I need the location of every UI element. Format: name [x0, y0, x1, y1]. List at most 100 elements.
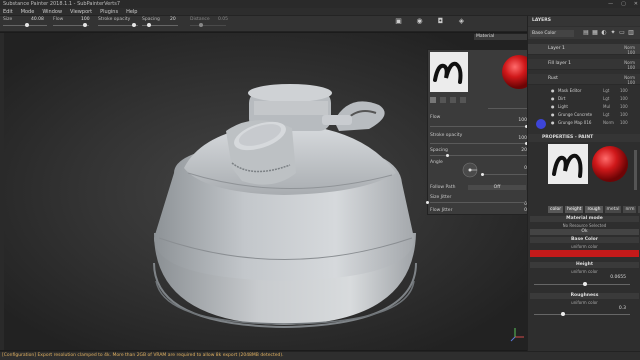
sub-layer-blend[interactable]: Norm: [603, 120, 614, 125]
distance-slider-knob[interactable]: [198, 23, 203, 27]
chip-color[interactable]: color: [548, 206, 564, 213]
visibility-eye-icon[interactable]: ●: [551, 120, 555, 125]
popup-flow-slider[interactable]: [430, 126, 527, 127]
layer-name: Fill layer 1: [548, 61, 572, 66]
sub-layer-row[interactable]: ● Grunge Map 016 Norm 100: [548, 120, 640, 126]
brush-settings-popup: Flow 100 Stroke opacity 100 Spacing 20 A…: [426, 49, 542, 215]
menu-edit[interactable]: Edit: [3, 9, 13, 15]
sub-layer-row[interactable]: ● Grunge Concrete Lgt 100: [548, 112, 640, 118]
layer-opacity[interactable]: 100: [627, 65, 635, 70]
flow-slider-knob[interactable]: [83, 23, 88, 27]
spacing-value[interactable]: 20: [170, 17, 176, 22]
sub-layer-name: Grunge Concrete: [558, 112, 593, 117]
distance-value[interactable]: 0.05: [218, 17, 228, 22]
material-mode-header: Material mode: [530, 216, 639, 222]
chip-nrm[interactable]: nrm: [623, 206, 637, 213]
sub-layer-opacity[interactable]: 100: [620, 88, 628, 93]
popup-spacing-label: Spacing: [430, 148, 448, 153]
popup-spacing-slider[interactable]: [430, 155, 527, 156]
layer-opacity[interactable]: 100: [627, 50, 635, 55]
roughness-slider-knob[interactable]: [560, 312, 565, 316]
alpha-tab-icon[interactable]: [440, 97, 446, 103]
add-layer-icon[interactable]: ▤: [583, 29, 589, 36]
stroke-opacity-slider-knob[interactable]: [132, 23, 136, 27]
sub-layer-blend[interactable]: Lgt: [603, 96, 609, 101]
chip-rough[interactable]: rough: [585, 206, 603, 213]
sub-layer-row[interactable]: ● Dirt Lgt 100: [548, 96, 640, 102]
popup-size-jitter-knob[interactable]: [426, 201, 429, 204]
maximize-button[interactable]: ▢: [621, 1, 626, 7]
viewport-mode-dropdown[interactable]: Material: [474, 34, 527, 40]
layer-row[interactable]: Fill layer 1 Norm 100: [528, 59, 640, 70]
shader-settings-icon[interactable]: ◉: [416, 18, 423, 25]
popup-top-slider[interactable]: [488, 108, 527, 109]
channel-dropdown[interactable]: Base Color: [530, 30, 574, 37]
chip-height[interactable]: height: [565, 206, 584, 213]
distance-slider[interactable]: [190, 25, 226, 26]
popup-stroke-opacity-slider[interactable]: [430, 143, 527, 144]
display-settings-icon[interactable]: ▣: [395, 18, 402, 25]
delete-layer-icon[interactable]: ▥: [628, 29, 634, 36]
add-fill-layer-icon[interactable]: ▦: [592, 29, 598, 36]
angle-dial-icon[interactable]: [462, 162, 478, 178]
sub-layer-opacity[interactable]: 100: [620, 112, 628, 117]
menu-mode[interactable]: Mode: [21, 9, 35, 15]
close-button[interactable]: ✕: [634, 1, 638, 7]
base-color-sub: uniform color: [571, 244, 598, 249]
material-tab-icon[interactable]: [460, 97, 466, 103]
folder-icon[interactable]: ▭: [619, 29, 625, 36]
menu-plugins[interactable]: Plugins: [100, 9, 118, 15]
popup-size-jitter-slider[interactable]: [430, 202, 527, 203]
visibility-eye-icon[interactable]: ●: [551, 112, 555, 117]
visibility-eye-icon[interactable]: ●: [551, 96, 555, 101]
sub-layer-blend[interactable]: Lgt: [603, 112, 609, 117]
roughness-value[interactable]: 0.3: [619, 306, 626, 311]
layer-opacity[interactable]: 100: [627, 80, 635, 85]
chip-metal[interactable]: metal: [604, 206, 622, 213]
sub-layer-opacity[interactable]: 100: [620, 104, 628, 109]
popup-angle-knob[interactable]: [481, 173, 484, 176]
minimize-button[interactable]: —: [608, 1, 613, 7]
sub-layer-row[interactable]: ● Light Mul 100: [548, 104, 640, 110]
ok-button[interactable]: Ok: [530, 229, 639, 235]
popup-spacing-knob[interactable]: [445, 154, 449, 157]
channel-chips: color height rough metal nrm ao: [548, 206, 640, 213]
sub-layer-row[interactable]: ● Mask Editor Lgt 100: [548, 88, 640, 94]
menu-window[interactable]: Window: [42, 9, 62, 15]
menu-viewport[interactable]: Viewport: [70, 9, 92, 15]
size-slider-knob[interactable]: [25, 23, 30, 27]
height-slider-knob[interactable]: [582, 282, 587, 286]
layer-name: Rust: [548, 76, 558, 81]
spacing-slider-knob[interactable]: [147, 23, 152, 27]
add-effect-icon[interactable]: ✦: [610, 29, 616, 36]
brush-tab-icon[interactable]: [430, 97, 436, 103]
roughness-sub: uniform color: [571, 300, 598, 305]
stencil-tab-icon[interactable]: [450, 97, 456, 103]
sub-layer-opacity[interactable]: 100: [620, 96, 628, 101]
popup-stroke-opacity-value[interactable]: 100: [518, 136, 527, 141]
add-mask-icon[interactable]: ◐: [601, 29, 607, 36]
sub-layer-opacity[interactable]: 100: [620, 120, 628, 125]
popup-angle-slider[interactable]: [483, 174, 527, 175]
sub-layer-blend[interactable]: Lgt: [603, 88, 609, 93]
properties-scrollbar[interactable]: [634, 150, 637, 190]
height-value[interactable]: 0.0655: [610, 275, 626, 280]
visibility-eye-icon[interactable]: ●: [551, 88, 555, 93]
height-slider[interactable]: [534, 284, 630, 285]
layer-row[interactable]: Layer 1 Norm 100: [528, 44, 640, 55]
stroke-opacity-label: Stroke opacity: [98, 17, 131, 22]
base-color-swatch[interactable]: [530, 250, 639, 257]
layers-toolbar-icons: ▤ ▦ ◐ ✦ ▭ ▥: [583, 29, 634, 36]
sub-layer-blend[interactable]: Mul: [603, 104, 610, 109]
camera-icon[interactable]: ◘: [437, 18, 444, 25]
red-sphere-icon: [592, 146, 628, 182]
render-icon[interactable]: ◈: [458, 18, 465, 25]
layer-row[interactable]: Rust Norm 100: [528, 74, 640, 85]
visibility-eye-icon[interactable]: ●: [551, 104, 555, 109]
popup-follow-path-toggle[interactable]: Off: [468, 185, 526, 190]
flow-value[interactable]: 100: [81, 17, 90, 22]
size-value[interactable]: 40.08: [31, 17, 44, 22]
menu-help[interactable]: Help: [126, 9, 137, 15]
roughness-slider[interactable]: [534, 314, 630, 315]
popup-flow-value[interactable]: 100: [518, 118, 527, 123]
